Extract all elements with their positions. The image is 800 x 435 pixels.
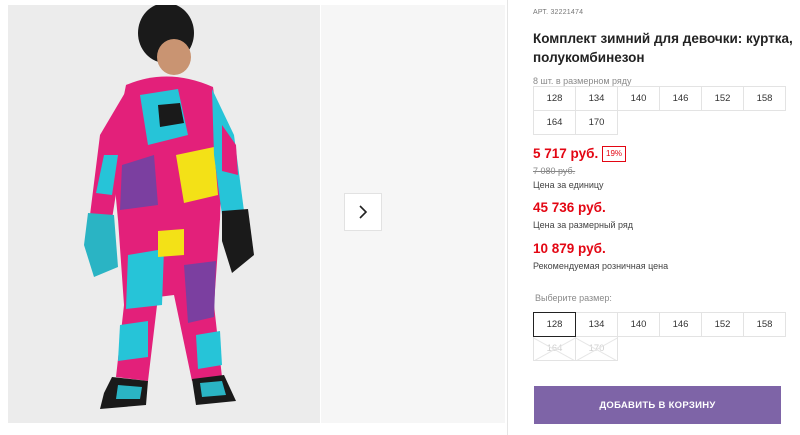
size-option-170: 170 [575,336,618,361]
size-row-price-label: Цена за размерный ряд [533,220,634,230]
size-option-146[interactable]: 146 [659,312,702,337]
size-grid: 128 134 140 146 152 158 164 170 [533,86,786,135]
size-option-152[interactable]: 152 [701,312,744,337]
size-grid-cell: 140 [617,86,660,111]
unit-price: 5 717 руб. [533,146,599,161]
add-to-cart-button[interactable]: ДОБАВИТЬ В КОРЗИНУ [534,386,781,424]
size-option-158[interactable]: 158 [743,312,786,337]
size-grid-caption: 8 шт. в размерном ряду [533,76,632,86]
article-number: АРТ. 32221474 [533,9,584,16]
product-title: Комплект зимний для девочки: куртка, пол… [533,31,793,65]
size-grid-cell: 134 [575,86,618,111]
size-grid-cell: 152 [701,86,744,111]
product-gallery [0,0,505,435]
choose-size-label: Выберите размер: [535,293,612,303]
chevron-right-icon [359,205,368,219]
product-photo[interactable] [8,5,320,423]
size-grid-cell: 170 [575,110,618,135]
size-option-164: 164 [533,336,576,361]
child-in-snowsuit-image [8,5,320,423]
size-row-price: 45 736 руб. [533,200,606,215]
old-price: 7 080 руб. [533,166,576,176]
retail-price-label: Рекомендуемая розничная цена [533,261,669,271]
gallery-next-button[interactable] [344,193,382,231]
discount-badge: 19% [602,146,627,162]
size-grid-cell: 146 [659,86,702,111]
size-grid-cell: 158 [743,86,786,111]
unit-price-label: Цена за единицу [533,180,604,190]
panel-divider [507,0,508,435]
article-number-value: 32221474 [550,9,584,16]
size-grid-cell: 128 [533,86,576,111]
size-option-140[interactable]: 140 [617,312,660,337]
retail-price: 10 879 руб. [533,241,606,256]
size-option-128[interactable]: 128 [533,312,576,337]
size-grid-cell: 164 [533,110,576,135]
size-selector: 128 134 140 146 152 158 164 170 [533,312,786,361]
size-option-134[interactable]: 134 [575,312,618,337]
